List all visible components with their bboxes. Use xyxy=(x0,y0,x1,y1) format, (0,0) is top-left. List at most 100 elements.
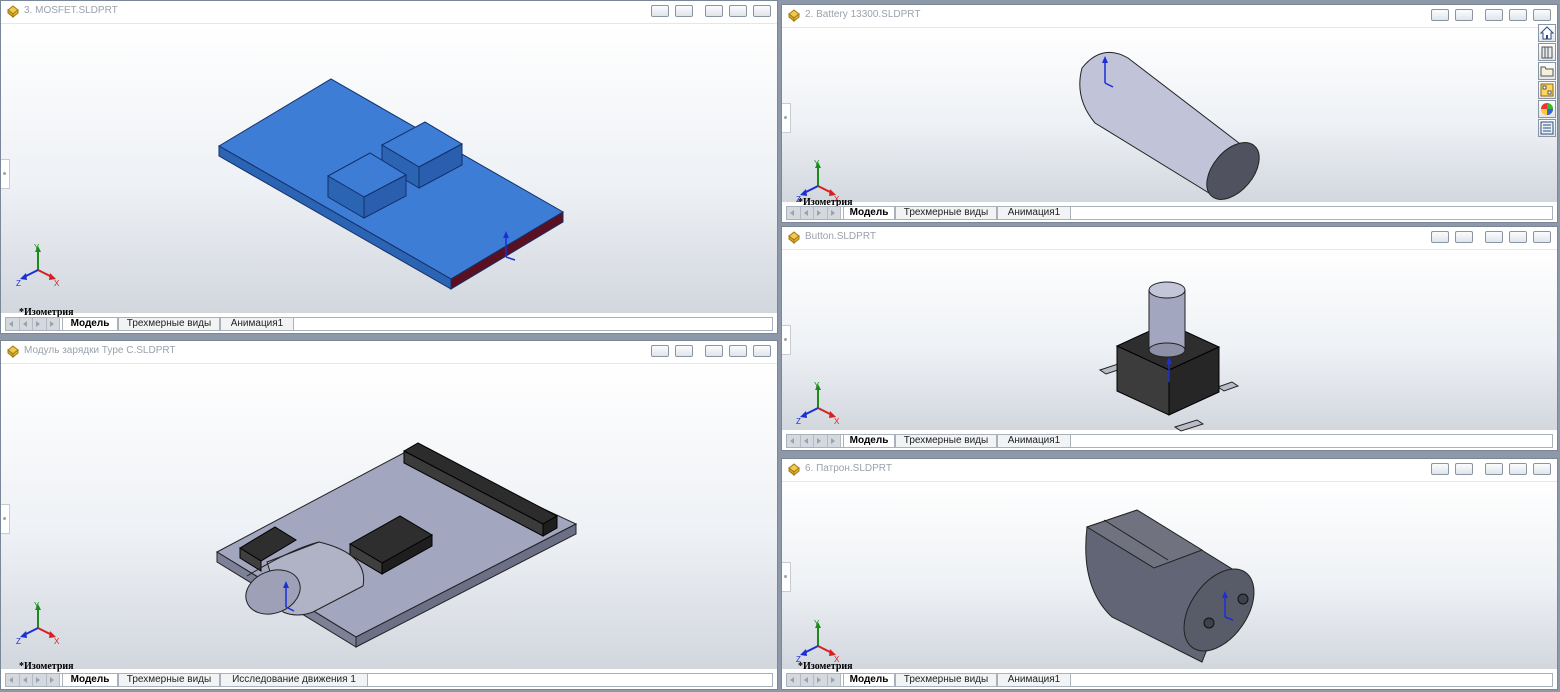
button-model[interactable] xyxy=(782,250,1557,432)
close-button[interactable] xyxy=(1533,9,1551,21)
tile-left-button[interactable] xyxy=(1431,231,1449,243)
tab-3d-views[interactable]: Трехмерные виды xyxy=(895,435,997,447)
last-tab-button[interactable] xyxy=(828,435,841,447)
title-bar[interactable]: Button.SLDPRT xyxy=(782,227,1557,250)
tab-3d-views[interactable]: Трехмерные виды xyxy=(118,318,220,330)
graphics-area[interactable]: Y X Z xyxy=(782,250,1557,432)
tab-animation[interactable]: Анимация1 xyxy=(997,674,1071,686)
last-tab-button[interactable] xyxy=(47,674,60,686)
minimize-button[interactable] xyxy=(1485,9,1503,21)
last-tab-button[interactable] xyxy=(47,318,60,330)
restore-button[interactable] xyxy=(1509,231,1527,243)
prev-tab-button[interactable] xyxy=(20,318,33,330)
tile-left-button[interactable] xyxy=(1431,9,1449,21)
window-battery[interactable]: 2. Battery 13300.SLDPRT Y X Z *Изометрия… xyxy=(781,4,1558,223)
tile-right-button[interactable] xyxy=(675,5,693,17)
battery-model[interactable] xyxy=(782,28,1557,203)
restore-button[interactable] xyxy=(1509,9,1527,21)
part-file-icon xyxy=(7,5,19,18)
custom-properties-icon[interactable] xyxy=(1538,119,1556,137)
close-button[interactable] xyxy=(1533,231,1551,243)
window-title: Модуль зарядки Type C.SLDPRT xyxy=(24,345,176,356)
coordinate-triad: Y X Z xyxy=(16,243,60,288)
graphics-area[interactable]: Y X Z *Изометрия xyxy=(782,482,1557,672)
tile-right-button[interactable] xyxy=(1455,9,1473,21)
tile-right-button[interactable] xyxy=(1455,463,1473,475)
title-bar[interactable]: 2. Battery 13300.SLDPRT xyxy=(782,5,1557,28)
tile-left-button[interactable] xyxy=(651,5,669,17)
window-charger[interactable]: Модуль зарядки Type C.SLDPRT Y X Z *Изом… xyxy=(0,340,778,690)
prev-tab-button[interactable] xyxy=(801,435,814,447)
model-tab-bar: Модель Трехмерные виды Анимация1 xyxy=(786,206,1553,220)
appearances-icon[interactable] xyxy=(1538,100,1556,118)
tile-left-button[interactable] xyxy=(1431,463,1449,475)
first-tab-button[interactable] xyxy=(787,674,801,686)
next-tab-button[interactable] xyxy=(814,435,828,447)
tab-3d-views[interactable]: Трехмерные виды xyxy=(118,674,220,686)
tab-animation[interactable]: Анимация1 xyxy=(997,435,1071,447)
charger-model[interactable] xyxy=(1,364,777,670)
view-orientation-label: *Изометрия xyxy=(19,661,74,672)
tab-model[interactable]: Модель xyxy=(843,435,895,447)
minimize-button[interactable] xyxy=(1485,463,1503,475)
graphics-area[interactable]: Y X Z *Изометрия xyxy=(1,364,777,672)
graphics-area[interactable]: Y X Z *Изометрия xyxy=(782,28,1557,208)
next-tab-button[interactable] xyxy=(33,674,47,686)
file-explorer-icon[interactable] xyxy=(1538,62,1556,80)
title-bar[interactable]: 6. Патрон.SLDPRT xyxy=(782,459,1557,482)
part-file-icon xyxy=(788,231,800,244)
home-icon[interactable] xyxy=(1538,24,1556,42)
axis-x-label: X xyxy=(54,637,60,646)
next-tab-button[interactable] xyxy=(814,207,828,219)
tab-motion-study[interactable]: Исследование движения 1 xyxy=(220,674,368,686)
patron-body[interactable] xyxy=(1085,509,1269,664)
first-tab-button[interactable] xyxy=(6,674,20,686)
minimize-button[interactable] xyxy=(705,345,723,357)
minimize-button[interactable] xyxy=(1485,231,1503,243)
last-tab-button[interactable] xyxy=(828,674,841,686)
design-library-icon[interactable] xyxy=(1538,43,1556,61)
patron-model[interactable] xyxy=(782,482,1557,671)
axis-x-label: X xyxy=(54,279,60,288)
last-tab-button[interactable] xyxy=(828,207,841,219)
button-plunger[interactable] xyxy=(1148,281,1186,358)
tab-animation[interactable]: Анимация1 xyxy=(220,318,294,330)
close-button[interactable] xyxy=(1533,463,1551,475)
minimize-button[interactable] xyxy=(705,5,723,17)
prev-tab-button[interactable] xyxy=(801,207,814,219)
tile-right-button[interactable] xyxy=(675,345,693,357)
window-mosfet[interactable]: 3. MOSFET.SLDPRT Y X Z *Изометрия Модель… xyxy=(0,0,778,334)
axis-y-label: Y xyxy=(814,159,820,168)
close-button[interactable] xyxy=(753,5,771,17)
tile-right-button[interactable] xyxy=(1455,231,1473,243)
title-bar[interactable]: Модуль зарядки Type C.SLDPRT xyxy=(1,341,777,364)
first-tab-button[interactable] xyxy=(787,435,801,447)
close-button[interactable] xyxy=(753,345,771,357)
view-palette-icon[interactable] xyxy=(1538,81,1556,99)
graphics-area[interactable]: Y X Z *Изометрия xyxy=(1,24,777,318)
window-patron[interactable]: 6. Патрон.SLDPRT Y X Z *Изометрия Модель… xyxy=(781,458,1558,690)
restore-button[interactable] xyxy=(729,345,747,357)
restore-button[interactable] xyxy=(1509,463,1527,475)
tab-3d-views[interactable]: Трехмерные виды xyxy=(895,207,997,219)
restore-button[interactable] xyxy=(729,5,747,17)
prev-tab-button[interactable] xyxy=(20,674,33,686)
axis-y-label: Y xyxy=(814,619,820,628)
tab-animation[interactable]: Анимация1 xyxy=(997,207,1071,219)
tile-left-button[interactable] xyxy=(651,345,669,357)
first-tab-button[interactable] xyxy=(787,207,801,219)
window-button[interactable]: Button.SLDPRT Y X Z Модель Трехмерные ви… xyxy=(781,226,1558,451)
next-tab-button[interactable] xyxy=(814,674,828,686)
tab-3d-views[interactable]: Трехмерные виды xyxy=(895,674,997,686)
next-tab-button[interactable] xyxy=(33,318,47,330)
mosfet-model[interactable] xyxy=(1,24,777,314)
tab-model[interactable]: Модель xyxy=(843,674,895,686)
tab-model[interactable]: Модель xyxy=(62,318,118,330)
battery-cylinder[interactable] xyxy=(1079,51,1270,203)
tab-model[interactable]: Модель xyxy=(843,207,895,219)
prev-tab-button[interactable] xyxy=(801,674,814,686)
title-bar[interactable]: 3. MOSFET.SLDPRT xyxy=(1,1,777,24)
coordinate-triad: Y X Z xyxy=(16,601,60,646)
first-tab-button[interactable] xyxy=(6,318,20,330)
tab-model[interactable]: Модель xyxy=(62,674,118,686)
